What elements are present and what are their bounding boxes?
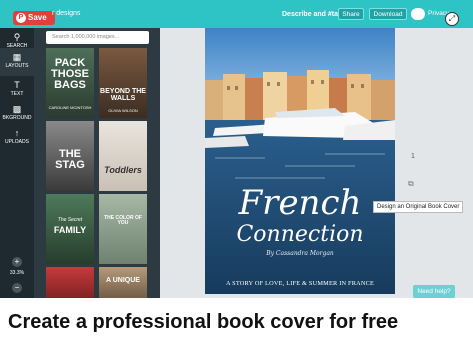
background-icon: ▩ [12,104,22,114]
save-label: Save [28,13,47,22]
layout-thumbnail[interactable]: BEYOND THE WALLS OLIVIA WILSON [99,48,147,118]
cover-author[interactable]: By Cassandra Morgan [205,250,395,257]
layouts-panel: Search 1,000,000 images... PACK THOSE BA… [34,28,160,298]
layout-thumbnail[interactable] [46,267,94,298]
image-search-input[interactable]: Search 1,000,000 images... [46,31,149,44]
caption-headline: Create a professional book cover for fre… [8,311,399,333]
thumbnail-title: Toddlers [104,165,142,175]
layout-thumbnail[interactable]: Toddlers [99,121,147,191]
copy-page-icon[interactable]: ⧉ [408,179,414,189]
layout-thumbnail[interactable]: PACK THOSE BAGS CAROLINE MCINTOSH [46,48,94,118]
cover-tagline[interactable]: A STORY OF LOVE, LIFE & SUMMER IN FRANCE [205,280,395,287]
expand-icon[interactable]: ⤢ [445,12,459,26]
privacy-toggle[interactable] [411,8,425,20]
download-button[interactable]: Download [369,8,407,20]
layouts-icon: ▦ [12,52,22,62]
pinterest-save-button[interactable]: P Save [13,11,55,25]
thumbnail-title: FAMILY [53,225,87,235]
zoom-out-button[interactable]: − [12,283,22,293]
sidebar: ⚲ SEARCH ▦ LAYOUTS T TEXT ▩ BKGROUND ↑ U… [0,28,34,298]
designs-link[interactable]: r designs [52,10,80,17]
search-icon: ⚲ [13,32,21,42]
layout-thumbnail[interactable]: THE STAG [46,121,94,191]
thumbnail-title: A UNIQUE [106,277,140,284]
thumbnail-title: PACK THOSE BAGS [51,57,89,91]
thumbnail-subtitle: CAROLINE MCINTOSH [48,105,92,110]
book-cover-design[interactable]: French Connection By Cassandra Morgan A … [205,28,395,294]
share-button[interactable]: Share [338,8,364,20]
sidebar-item-label: UPLOADS [5,139,29,145]
layout-thumbnail[interactable]: A UNIQUE [99,267,147,298]
thumbnail-title: THE STAG [55,148,85,171]
thumbnail-title: THE COLOR OF YOU [104,215,142,226]
need-help-button[interactable]: Need help? [413,285,455,298]
page-number: 1 [411,153,415,160]
zoom-level: 33.3% [9,270,25,276]
sidebar-item-layouts[interactable]: ▦ LAYOUTS [0,48,34,76]
canvas-area: French Connection By Cassandra Morgan A … [160,28,473,298]
sidebar-item-label: LAYOUTS [5,63,29,69]
text-icon: T [14,80,20,90]
tooltip: Design an Original Book Cover [373,201,464,213]
layout-thumbnail[interactable]: The Secret FAMILY [46,194,94,264]
thumbnail-subtitle: OLIVIA WILSON [108,108,138,113]
sidebar-item-uploads[interactable]: ↑ UPLOADS [0,124,34,152]
cover-title-line2[interactable]: Connection [205,224,395,246]
describe-and-tag-link[interactable]: Describe and #tag [282,11,342,18]
thumbnail-subtitle: The Secret [57,217,83,223]
layout-thumbnail[interactable]: THE COLOR OF YOU [99,194,147,264]
zoom-in-button[interactable]: + [12,257,22,267]
thumbnail-title: BEYOND THE WALLS [100,88,146,102]
sidebar-item-label: BKGROUND [2,115,32,121]
cover-title-line1[interactable]: French [205,186,395,220]
sidebar-item-label: TEXT [10,91,24,97]
top-bar: P Save r designs Describe and #tag Share… [0,0,473,28]
upload-icon: ↑ [14,128,20,138]
pinterest-icon: P [16,13,26,23]
